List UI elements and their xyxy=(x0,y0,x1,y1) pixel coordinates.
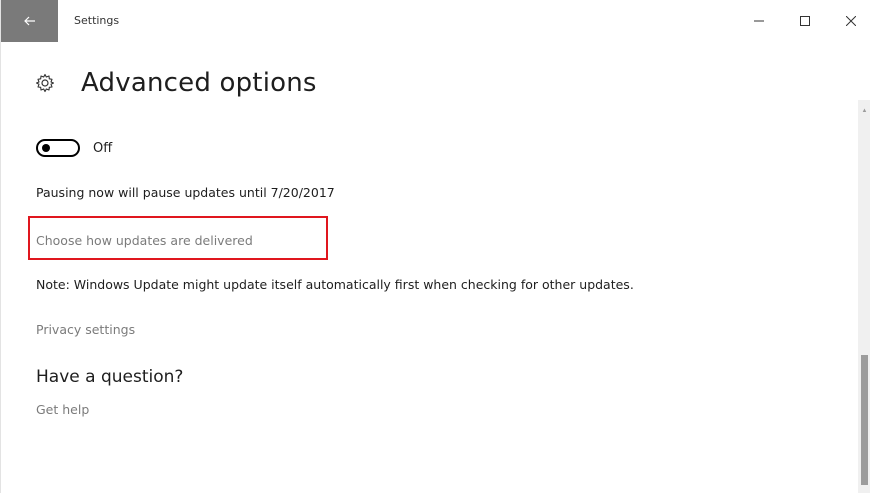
back-button[interactable] xyxy=(1,0,58,42)
privacy-settings-link[interactable]: Privacy settings xyxy=(36,322,135,337)
arrow-left-icon xyxy=(23,16,35,26)
minimize-icon xyxy=(754,20,764,22)
minimize-button[interactable] xyxy=(736,0,782,42)
pause-info-text: Pausing now will pause updates until 7/2… xyxy=(36,185,335,200)
title-bar: Settings xyxy=(1,0,870,42)
question-heading: Have a question? xyxy=(36,367,184,387)
toggle-knob xyxy=(42,144,50,152)
maximize-icon xyxy=(800,16,810,26)
pause-updates-toggle-row: Off xyxy=(36,139,112,157)
page-header: Advanced options xyxy=(35,68,317,98)
scroll-up-icon[interactable]: ▲ xyxy=(861,108,868,114)
page-title: Advanced options xyxy=(81,68,317,98)
pause-updates-toggle[interactable] xyxy=(36,139,80,157)
close-icon xyxy=(846,16,856,26)
settings-window: Settings Advanced options Off Pausing no… xyxy=(0,0,870,493)
gear-icon xyxy=(35,73,55,93)
note-text: Note: Windows Update might update itself… xyxy=(36,277,634,292)
window-title: Settings xyxy=(74,14,120,27)
close-button[interactable] xyxy=(828,0,870,42)
choose-delivery-link[interactable]: Choose how updates are delivered xyxy=(36,233,253,248)
scrollbar[interactable]: ▲ xyxy=(858,100,870,493)
scroll-thumb[interactable] xyxy=(861,355,868,485)
get-help-link[interactable]: Get help xyxy=(36,402,89,417)
toggle-state-label: Off xyxy=(93,140,113,156)
maximize-button[interactable] xyxy=(782,0,828,42)
